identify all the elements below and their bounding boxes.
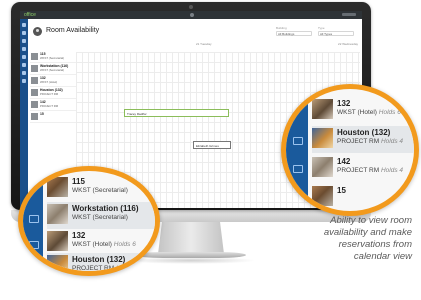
room-thumbnail <box>31 65 38 72</box>
type-filter-select[interactable]: All Types <box>318 31 354 36</box>
lens-room-row[interactable]: 115 WKST (Secretarial) <box>47 175 155 202</box>
caption-line: Ability to view room <box>330 215 412 226</box>
room-photo <box>312 128 333 148</box>
room-type: WKST (Secretarial) <box>40 56 65 60</box>
user-menu[interactable] <box>342 13 356 16</box>
room-type: PROJECT RM <box>40 92 59 96</box>
nav-home-icon[interactable] <box>22 23 26 27</box>
room-name: 142 <box>337 157 351 166</box>
lens-room-row[interactable]: 142 PROJECT RM Holds 4 <box>312 155 414 182</box>
lens-room-row[interactable]: 132 WKST (Hotel) Holds 6 <box>47 229 155 256</box>
magnifier-room-list-left: 115 WKST (Secretarial) Workstation (116)… <box>18 166 160 276</box>
caption-line: calendar view <box>353 251 412 262</box>
room-name: 15 <box>337 186 346 195</box>
room-name: Houston (132) <box>337 128 391 137</box>
room-name: Workstation (116) <box>72 204 139 213</box>
room-name: Houston (132) <box>72 255 126 264</box>
room-type: WKST (Hotel) Holds 6 <box>72 241 136 248</box>
camera-dot <box>189 5 193 9</box>
nav-search-icon[interactable] <box>22 31 26 35</box>
room-photo <box>312 99 333 119</box>
lens-room-row[interactable]: Houston (132) PROJECT RM Holds 4 <box>47 253 155 272</box>
day-label-tuesday: 21 Tuesday <box>196 42 212 46</box>
help-icon[interactable] <box>190 13 194 17</box>
building-filter[interactable]: Building All Buildings <box>276 26 312 36</box>
day-label-wednesday: 22 Wednesday <box>338 42 358 46</box>
nav-map-icon[interactable] <box>22 47 26 51</box>
nav-reports-icon[interactable] <box>22 71 26 75</box>
room-type: PROJECT RM Holds 4 <box>72 265 138 272</box>
room-capacity: Holds 6 <box>113 241 136 248</box>
rooms-icon <box>29 215 39 223</box>
calendar-icon <box>293 165 303 173</box>
booking-block[interactable]: Elizabeth Grimes <box>193 141 231 149</box>
booking-block[interactable]: Tracey Radifor <box>124 109 229 117</box>
caption-line: reservations from <box>338 239 412 250</box>
room-photo <box>47 204 68 224</box>
room-thumbnail <box>31 53 38 60</box>
lens-room-row[interactable]: 15 <box>312 184 414 211</box>
room-name: 132 <box>72 231 86 240</box>
room-thumbnail <box>31 89 38 96</box>
room-photo <box>47 177 68 197</box>
room-availability-icon <box>33 26 42 36</box>
room-type: WKST (Secretarial) <box>72 214 128 221</box>
room-type: PROJECT RM Holds 4 <box>337 167 403 174</box>
page-title-text: Room Availability <box>46 27 100 34</box>
room-name: 15 <box>40 112 44 116</box>
room-row[interactable]: 142 PROJECT RM <box>30 100 76 111</box>
room-type: PROJECT RM <box>40 104 59 108</box>
room-photo <box>47 231 68 251</box>
lens-nav-strip <box>286 89 308 211</box>
room-photo <box>312 157 333 177</box>
lens-nav-strip <box>23 171 43 271</box>
caption-line: availability and make <box>323 227 412 238</box>
room-row[interactable]: 132 WKST (Hotel) <box>30 76 76 87</box>
room-type: PROJECT RM Holds 4 <box>337 138 403 145</box>
room-capacity: Holds 4 <box>380 138 403 145</box>
lens-room-row[interactable]: Workstation (116) WKST (Secretarial) <box>47 202 155 229</box>
room-row[interactable]: 15 <box>30 112 76 123</box>
room-thumbnail <box>31 113 38 120</box>
type-filter[interactable]: Type All Types <box>318 26 354 36</box>
booking-label: Elizabeth Grimes <box>196 144 219 148</box>
nav-calendar-icon[interactable] <box>22 39 26 43</box>
room-name: 132 <box>337 99 351 108</box>
rooms-icon <box>293 137 303 145</box>
nav-rooms-icon[interactable] <box>22 63 26 67</box>
feature-caption: Ability to view room availability and ma… <box>262 215 412 263</box>
page-title: Room Availability <box>33 25 99 37</box>
room-type: WKST (Secretarial) <box>72 187 128 194</box>
monitor-stand-neck <box>158 222 224 254</box>
room-capacity: Holds 6 <box>378 109 401 116</box>
room-thumbnail <box>31 77 38 84</box>
nav-settings-icon[interactable] <box>22 79 26 83</box>
room-type: WKST (Hotel) <box>40 80 58 84</box>
room-capacity: Holds 4 <box>380 167 403 174</box>
calendar-icon <box>29 241 39 249</box>
building-filter-label: Building <box>276 26 287 30</box>
building-filter-select[interactable]: All Buildings <box>276 31 312 36</box>
app-topbar: office <box>20 11 362 19</box>
room-photo <box>47 255 68 271</box>
room-row[interactable]: 115 WKST (Secretarial) <box>30 52 76 63</box>
room-type: WKST (Secretarial) <box>40 68 65 72</box>
lens-room-row[interactable]: Houston (132) PROJECT RM Holds 4 <box>312 126 414 153</box>
lens-room-row[interactable]: 132 WKST (Hotel) Holds 6 <box>312 97 414 124</box>
room-thumbnail <box>31 101 38 108</box>
room-name: 115 <box>72 177 85 186</box>
room-row[interactable]: Houston (132) PROJECT RM <box>30 88 76 99</box>
room-capacity: Holds 4 <box>115 265 138 272</box>
room-type: WKST (Hotel) Holds 6 <box>337 109 401 116</box>
product-showcase: office Room Availability Building All Bu… <box>0 0 421 300</box>
magnifier-room-list-right: 132 WKST (Hotel) Holds 6 Houston (132) P… <box>281 84 419 216</box>
nav-people-icon[interactable] <box>22 55 26 59</box>
type-filter-label: Type <box>318 26 325 30</box>
timeline-header: 21 Tuesday 22 Wednesday <box>76 42 360 52</box>
room-row[interactable]: Workstation (116) WKST (Secretarial) <box>30 64 76 75</box>
room-photo <box>312 186 333 206</box>
booking-label: Tracey Radifor <box>127 112 147 116</box>
app-logo[interactable]: office <box>24 11 36 19</box>
